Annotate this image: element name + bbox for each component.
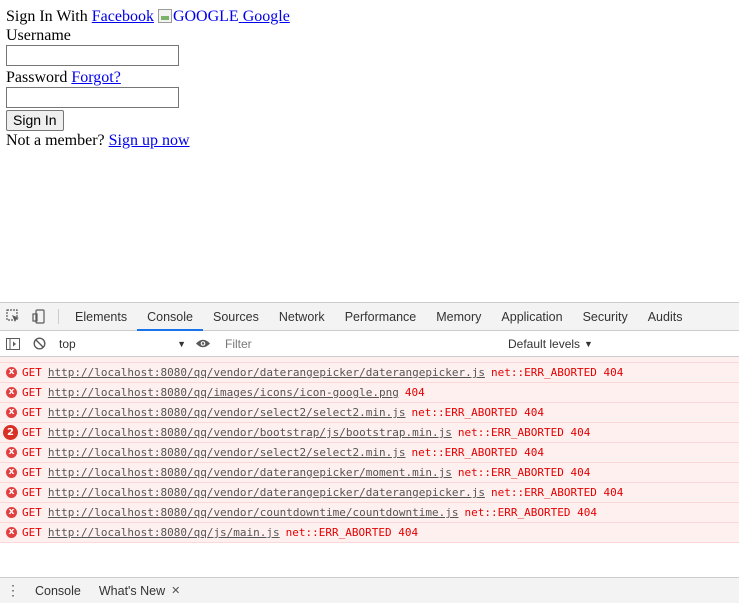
filter-box[interactable]	[222, 333, 502, 354]
levels-dropdown[interactable]: Default levels ▼	[508, 337, 593, 351]
tab-memory[interactable]: Memory	[426, 303, 491, 330]
google-link-label: Google	[242, 8, 290, 25]
console-error-row: x GET http://localhost:8080/qq/js/main.j…	[0, 523, 739, 543]
tab-audits[interactable]: Audits	[638, 303, 693, 330]
devtools-panel: Elements Console Sources Network Perform…	[0, 302, 739, 603]
request-url[interactable]: http://localhost:8080/qq/js/main.js	[48, 523, 280, 542]
sign-in-button[interactable]: Sign In	[6, 110, 64, 131]
live-expression-eye-icon[interactable]	[190, 338, 216, 349]
levels-arrow-icon: ▼	[584, 338, 593, 349]
request-url[interactable]: http://localhost:8080/qq/vendor/countdow…	[48, 503, 459, 522]
signup-row: Not a member? Sign up now	[6, 131, 290, 150]
request-method: GET	[22, 466, 42, 479]
error-icon: x	[6, 527, 17, 538]
login-page: Sign In With Facebook GOOGLE Google User…	[6, 7, 290, 150]
filter-input[interactable]	[225, 336, 501, 351]
request-url[interactable]: http://localhost:8080/qq/images/icons/ic…	[48, 383, 399, 402]
drawer-tab-bar: ⋮ Console What's New ✕	[0, 577, 739, 603]
request-status: net::ERR_ABORTED 404	[490, 366, 624, 379]
google-image-broken: GOOGLE	[157, 7, 239, 26]
tab-elements[interactable]: Elements	[65, 303, 137, 330]
username-input[interactable]	[6, 45, 179, 66]
request-method: GET	[22, 486, 42, 499]
console-error-row: x GET http://localhost:8080/qq/vendor/se…	[0, 443, 739, 463]
drawer-tab-console[interactable]: Console	[26, 584, 90, 598]
request-method: GET	[22, 526, 42, 539]
facebook-link[interactable]: Facebook	[92, 8, 154, 25]
error-icon: x	[6, 447, 17, 458]
request-status: net::ERR_ABORTED 404	[490, 486, 624, 499]
device-toolbar-icon[interactable]	[26, 303, 52, 330]
tab-application[interactable]: Application	[491, 303, 572, 330]
console-error-row: x GET http://localhost:8080/qq/vendor/da…	[0, 483, 739, 503]
tab-sources[interactable]: Sources	[203, 303, 269, 330]
inspect-element-icon[interactable]	[0, 303, 26, 330]
console-error-row: 2 GET http://localhost:8080/qq/vendor/bo…	[0, 423, 739, 443]
not-member-text: Not a member?	[6, 132, 105, 149]
request-url[interactable]: http://localhost:8080/qq/vendor/daterang…	[48, 483, 485, 502]
social-signin-row: Sign In With Facebook GOOGLE Google	[6, 7, 290, 26]
request-status: net::ERR_ABORTED 404	[457, 466, 591, 479]
error-icon: x	[6, 467, 17, 478]
request-status: 404	[404, 386, 425, 399]
request-url[interactable]: http://localhost:8080/qq/vendor/select2/…	[48, 403, 406, 422]
request-status: net::ERR_ABORTED 404	[285, 526, 419, 539]
error-icon: x	[6, 387, 17, 398]
request-status: net::ERR_ABORTED 404	[411, 406, 544, 419]
request-status: net::ERR_ABORTED 404	[457, 426, 591, 439]
levels-label: Default levels	[508, 336, 581, 351]
dropdown-arrow-icon: ▼	[177, 338, 186, 349]
request-url[interactable]: http://localhost:8080/qq/vendor/select2/…	[48, 443, 406, 462]
request-status: net::ERR_ABORTED 404	[411, 446, 544, 459]
error-icon: x	[6, 487, 17, 498]
tab-console[interactable]: Console	[137, 303, 203, 331]
context-value: top	[59, 336, 76, 351]
console-toolbar: top ▼ Default levels ▼	[0, 331, 739, 357]
tab-security[interactable]: Security	[573, 303, 638, 330]
drawer-menu-icon[interactable]: ⋮	[0, 582, 26, 599]
close-icon[interactable]: ✕	[171, 584, 180, 597]
tab-network[interactable]: Network	[269, 303, 335, 330]
console-prompt[interactable]: ›	[0, 543, 739, 545]
request-method: GET	[22, 506, 42, 519]
show-sidebar-icon[interactable]	[0, 337, 26, 350]
password-label-row: Password Forgot?	[6, 68, 290, 87]
error-count-badge: 2	[3, 425, 18, 440]
drawer-tab-whats-new-label: What's New	[98, 583, 166, 598]
google-link[interactable]: GOOGLE Google	[157, 7, 290, 26]
context-select[interactable]: top ▼	[56, 334, 190, 354]
clear-console-icon[interactable]	[26, 337, 52, 350]
console-error-row: x GET http://localhost:8080/qq/vendor/se…	[0, 403, 739, 423]
request-method: GET	[22, 386, 42, 399]
request-url[interactable]: http://localhost:8080/qq/vendor/daterang…	[48, 463, 452, 482]
drawer-tab-whats-new[interactable]: What's New ✕	[90, 584, 190, 598]
forgot-password-link[interactable]: Forgot?	[71, 69, 120, 86]
request-method: GET	[22, 366, 42, 379]
request-status: net::ERR_ABORTED 404	[464, 506, 597, 519]
request-method: GET	[22, 406, 42, 419]
request-method: GET	[22, 446, 42, 459]
request-url[interactable]: http://localhost:8080/qq/vendor/bootstra…	[48, 423, 452, 442]
console-error-row: x GET http://localhost:8080/qq/vendor/da…	[0, 463, 739, 483]
request-method: GET	[22, 426, 42, 439]
password-label: Password	[6, 69, 68, 86]
console-error-row: x GET http://localhost:8080/qq/vendor/da…	[0, 363, 739, 383]
devtools-tab-bar: Elements Console Sources Network Perform…	[0, 303, 739, 331]
signup-link[interactable]: Sign up now	[109, 132, 190, 149]
username-label: Username	[6, 27, 71, 44]
broken-image-icon	[157, 9, 172, 23]
request-url[interactable]: http://localhost:8080/qq/vendor/daterang…	[48, 363, 485, 382]
toolbar-divider	[58, 309, 59, 324]
error-icon: x	[6, 507, 17, 518]
console-error-row: x GET http://localhost:8080/qq/images/ic…	[0, 383, 739, 403]
tab-performance[interactable]: Performance	[335, 303, 427, 330]
google-image-alt: GOOGLE	[172, 8, 239, 25]
error-icon: x	[6, 407, 17, 418]
console-error-row: x GET http://localhost:8080/qq/vendor/co…	[0, 503, 739, 523]
signin-with-label: Sign In With	[6, 8, 88, 25]
error-icon: x	[6, 367, 17, 378]
password-input[interactable]	[6, 87, 179, 108]
console-messages: x GET http://localhost:8080/qq/vendor/da…	[0, 357, 739, 545]
